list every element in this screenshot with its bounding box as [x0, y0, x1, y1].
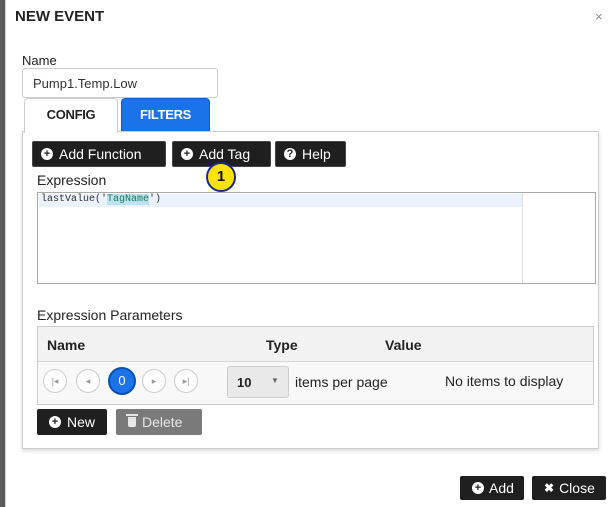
next-page-icon[interactable]: ▸ — [142, 369, 166, 393]
last-page-icon[interactable]: ▸| — [174, 369, 198, 393]
column-header-name[interactable]: Name — [47, 337, 85, 353]
items-per-page-label: items per page — [295, 374, 388, 390]
tab-filters[interactable]: FILTERS — [121, 98, 210, 132]
column-header-value[interactable]: Value — [385, 337, 422, 353]
close-button[interactable]: ✖ Close — [532, 476, 606, 500]
new-button[interactable]: + New — [37, 409, 107, 435]
name-input[interactable] — [22, 68, 218, 98]
prev-page-icon[interactable]: ◂ — [76, 369, 100, 393]
plus-circle-icon: + — [181, 148, 193, 160]
expression-code: lastValue('TagName') — [41, 194, 162, 205]
editor-margin-line — [522, 193, 523, 283]
empty-message: No items to display — [445, 373, 564, 389]
add-button[interactable]: + Add — [460, 476, 524, 500]
help-button[interactable]: ? Help — [275, 141, 346, 167]
question-circle-icon: ? — [284, 148, 296, 160]
grid-header: Name Type Value — [38, 327, 593, 362]
delete-label: Delete — [142, 414, 183, 430]
close-icon[interactable]: × — [595, 9, 603, 24]
code-highlight: TagName — [107, 194, 150, 205]
new-event-dialog: NEW EVENT × Name CONFIG FILTERS + Add Fu… — [5, 0, 611, 507]
add-function-label: Add Function — [59, 146, 142, 162]
parameters-grid: Name Type Value |◂ ◂ 0 ▸ ▸| 10 ▼ items p… — [37, 326, 594, 405]
close-label: Close — [559, 480, 595, 496]
times-icon: ✖ — [544, 481, 555, 495]
column-header-type[interactable]: Type — [266, 337, 298, 353]
caret-down-icon: ▼ — [271, 376, 279, 385]
current-page-button[interactable]: 0 — [108, 367, 136, 395]
help-label: Help — [302, 146, 331, 162]
expression-label: Expression — [37, 172, 107, 188]
new-label: New — [67, 414, 96, 430]
add-function-button[interactable]: + Add Function — [32, 141, 166, 167]
page-size-value: 10 — [237, 375, 252, 390]
tab-config[interactable]: CONFIG — [24, 98, 118, 133]
plus-circle-icon: + — [41, 148, 53, 160]
trash-icon — [126, 414, 138, 427]
add-label: Add — [489, 480, 514, 496]
dialog-title: NEW EVENT — [15, 8, 105, 25]
plus-circle-icon: + — [49, 416, 61, 428]
delete-button[interactable]: Delete — [116, 409, 202, 435]
name-label: Name — [22, 53, 57, 68]
plus-circle-icon: + — [472, 482, 484, 494]
parameters-label: Expression Parameters — [37, 307, 183, 323]
expression-editor[interactable]: lastValue('TagName') — [37, 192, 596, 284]
first-page-icon[interactable]: |◂ — [43, 369, 67, 393]
grid-pager: |◂ ◂ 0 ▸ ▸| 10 ▼ items per page No items… — [38, 362, 593, 404]
callout-badge: 1 — [206, 162, 236, 192]
page-size-select[interactable]: 10 ▼ — [227, 366, 289, 398]
